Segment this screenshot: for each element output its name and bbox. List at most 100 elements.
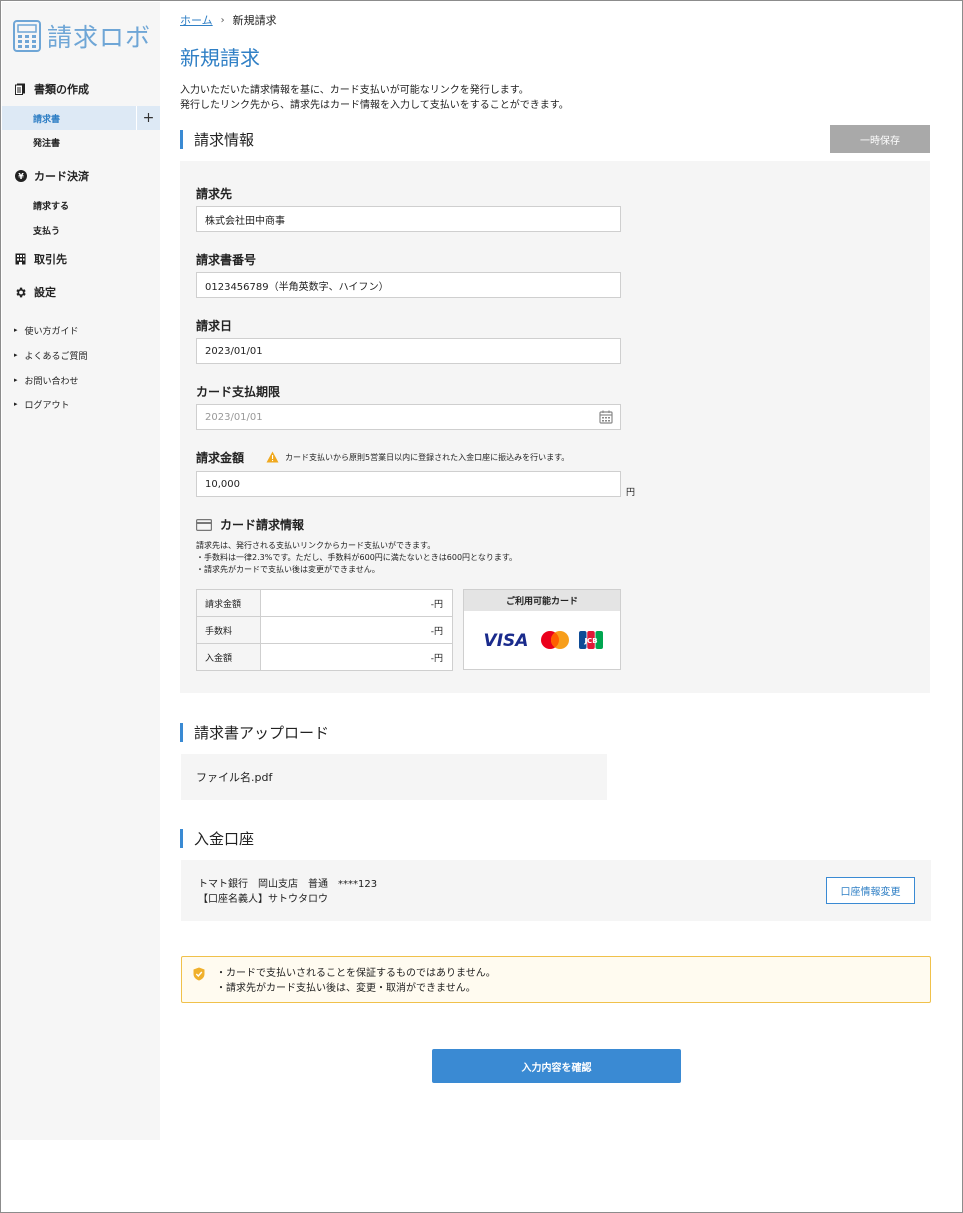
notice-line: ・カードで支払いされることを保証するものではありません。 xyxy=(216,968,496,979)
table-row: 請求金額 -円 xyxy=(196,589,453,617)
caret-right-icon: ▸ xyxy=(14,351,18,359)
section-accent-bar xyxy=(180,828,183,848)
recipient-input[interactable]: 株式会社田中商事 xyxy=(196,206,621,232)
notice-box: ・カードで支払いされることを保証するものではありません。 ・請求先がカード支払い… xyxy=(181,956,931,1003)
breadcrumb-home-link[interactable]: ホーム xyxy=(180,12,213,28)
sidebar-item-invoice[interactable]: 請求書 + xyxy=(2,106,160,130)
table-row: 入金額 -円 xyxy=(196,643,453,671)
nav-section-card-payment: ¥ カード決済 xyxy=(14,166,89,186)
jcb-logo-text: JCB xyxy=(583,637,597,645)
page-description: 入力いただいた請求情報を基に、カード支払いが可能なリンクを発行します。 発行した… xyxy=(180,83,569,113)
svg-text:¥: ¥ xyxy=(18,172,24,181)
credit-card-icon xyxy=(196,518,212,531)
description-line: 発行したリンク先から、請求先はカード情報を入力して支払いをすることができます。 xyxy=(180,100,569,111)
section-title-text: 入金口座 xyxy=(194,829,255,848)
section-title-invoice: 請求情報 xyxy=(180,129,254,149)
table-cell-value: -円 xyxy=(260,643,453,671)
account-holder-line: 【口座名義人】サトウタロウ xyxy=(198,894,328,905)
caret-right-icon: ▸ xyxy=(14,376,18,384)
nav-section-label: 取引先 xyxy=(34,253,67,266)
mastercard-logo xyxy=(541,631,569,649)
link-label: よくあるご質問 xyxy=(24,351,88,362)
card-deadline-label: カード支払期限 xyxy=(196,385,281,399)
section-accent-bar xyxy=(180,129,183,149)
breadcrumb: ホーム › 新規請求 xyxy=(180,12,277,28)
caret-right-icon: ▸ xyxy=(14,400,18,408)
sidebar-item-request[interactable]: 請求する xyxy=(2,193,160,217)
sidebar-item-label: 請求書 xyxy=(33,114,61,125)
add-invoice-button[interactable]: + xyxy=(136,106,160,130)
link-logout[interactable]: ▸ ログアウト xyxy=(14,396,70,412)
building-icon xyxy=(14,253,27,266)
bank-account-box: トマト銀行 岡山支店 普通 ****123 【口座名義人】サトウタロウ 口座情報… xyxy=(181,860,931,921)
section-title-text: 請求書アップロード xyxy=(194,723,330,742)
nav-section-label: 書類の作成 xyxy=(34,83,89,96)
nav-section-label: カード決済 xyxy=(34,170,89,183)
amount-warning-text: カード支払いから原則5営業日以内に登録された入金口座に振込みを行います。 xyxy=(285,452,570,462)
chevron-right-icon: › xyxy=(220,14,225,26)
card-info-line: ・請求先がカードで支払い後は変更ができません。 xyxy=(196,565,380,574)
invoice-date-label: 請求日 xyxy=(196,319,233,333)
card-info-title: カード請求情報 xyxy=(220,518,305,532)
card-info-line: 請求先は、発行される支払いリンクからカード支払いができます。 xyxy=(196,541,436,550)
change-bank-button[interactable]: 口座情報変更 xyxy=(826,877,915,904)
sidebar-item-label: 発注書 xyxy=(33,138,61,149)
sidebar: 請求ロボ 書類の作成 請求書 + 発注書 ¥ カード決済 請求する 支払う 取引… xyxy=(2,2,160,1140)
table-cell-label: 入金額 xyxy=(196,643,261,671)
link-guide[interactable]: ▸ 使い方ガイド xyxy=(14,322,79,338)
yen-icon: ¥ xyxy=(14,170,27,183)
visa-logo-text: VISA xyxy=(484,631,529,649)
save-draft-button[interactable]: 一時保存 xyxy=(830,125,930,153)
file-upload-item[interactable]: ファイル名.pdf xyxy=(181,754,607,800)
card-deadline-placeholder: 2023/01/01 xyxy=(205,411,263,423)
sidebar-item-purchase-order[interactable]: 発注書 xyxy=(2,130,160,154)
invoice-number-input[interactable]: 0123456789（半角英数字、ハイフン） xyxy=(196,272,621,298)
gear-icon xyxy=(14,286,27,299)
link-faq[interactable]: ▸ よくあるご質問 xyxy=(14,347,88,363)
shield-check-icon xyxy=(193,967,205,981)
bank-account-line: トマト銀行 岡山支店 普通 ****123 xyxy=(198,879,378,890)
available-cards-title: ご利用可能カード xyxy=(464,590,620,611)
amount-unit: 円 xyxy=(626,488,636,498)
amount-summary-table: 請求金額 -円 手数料 -円 入金額 -円 xyxy=(196,589,453,671)
invoice-date-input[interactable]: 2023/01/01 xyxy=(196,338,621,364)
invoice-number-label: 請求書番号 xyxy=(196,253,257,267)
confirm-input-button[interactable]: 入力内容を確認 xyxy=(432,1049,681,1083)
amount-input[interactable]: 10,000 xyxy=(196,471,621,497)
table-cell-label: 手数料 xyxy=(196,616,261,644)
table-row: 手数料 -円 xyxy=(196,616,453,644)
table-cell-value: -円 xyxy=(260,589,453,617)
sidebar-item-settings[interactable]: 設定 xyxy=(14,282,56,302)
caret-right-icon: ▸ xyxy=(14,326,18,334)
calendar-icon[interactable] xyxy=(599,410,613,424)
link-contact[interactable]: ▸ お問い合わせ xyxy=(14,372,79,388)
section-title-text: 請求情報 xyxy=(194,130,255,149)
warning-icon xyxy=(266,451,279,463)
card-deadline-input[interactable]: 2023/01/01 xyxy=(196,404,621,430)
sidebar-item-pay[interactable]: 支払う xyxy=(2,218,160,242)
card-info-description: 請求先は、発行される支払いリンクからカード支払いができます。 ・手数料は一律2.… xyxy=(196,540,517,576)
bank-account-info: トマト銀行 岡山支店 普通 ****123 【口座名義人】サトウタロウ xyxy=(198,877,377,907)
logo-text: 請求ロボ xyxy=(47,23,152,52)
notice-text: ・カードで支払いされることを保証するものではありません。 ・請求先がカード支払い… xyxy=(216,966,496,996)
card-info-line: ・手数料は一律2.3%です。ただし、手数料が600円に満たないときは600円とな… xyxy=(196,553,518,562)
breadcrumb-current: 新規請求 xyxy=(232,14,277,27)
amount-label: 請求金額 xyxy=(196,451,245,465)
table-cell-label: 請求金額 xyxy=(196,589,261,617)
visa-logo: VISA xyxy=(484,631,529,649)
invoice-form-panel: 請求先 株式会社田中商事 請求書番号 0123456789（半角英数字、ハイフン… xyxy=(180,161,930,693)
nav-section-documents: 書類の作成 xyxy=(14,79,89,99)
link-label: お問い合わせ xyxy=(24,376,79,387)
logo[interactable]: 請求ロボ xyxy=(13,19,151,53)
link-label: ログアウト xyxy=(24,400,70,411)
page-title: 新規請求 xyxy=(180,46,260,70)
available-cards-box: ご利用可能カード VISA JCB xyxy=(463,589,621,670)
card-info-heading: カード請求情報 xyxy=(196,516,304,533)
sidebar-item-clients[interactable]: 取引先 xyxy=(14,249,67,269)
file-name: ファイル名.pdf xyxy=(196,771,273,784)
nav-section-label: 設定 xyxy=(34,286,56,299)
card-logos: VISA JCB xyxy=(464,611,620,669)
document-icon xyxy=(14,83,27,96)
section-accent-bar xyxy=(180,722,183,742)
section-title-upload: 請求書アップロード xyxy=(180,722,329,742)
